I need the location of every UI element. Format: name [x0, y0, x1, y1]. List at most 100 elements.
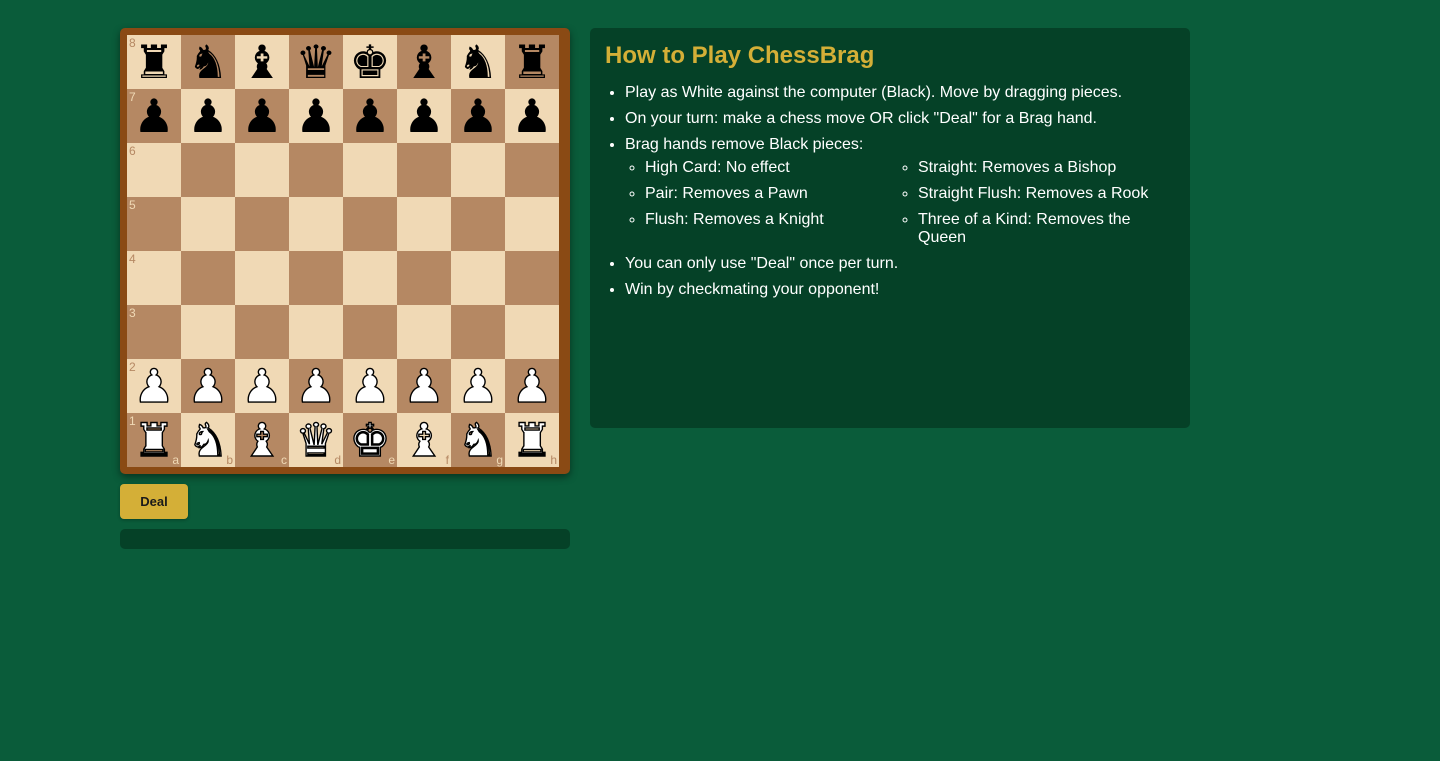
white-pawn-icon[interactable]: ♟ — [403, 358, 446, 413]
white-rook-icon[interactable]: ♜ — [511, 412, 554, 467]
square-c1[interactable]: c ♝ — [235, 412, 289, 468]
white-pawn-icon[interactable]: ♟ — [241, 358, 284, 413]
square-a5[interactable]: 5 — [127, 197, 181, 251]
rule-item: Win by checkmating your opponent! — [625, 281, 1175, 299]
square-g7[interactable]: ♟ — [451, 89, 505, 143]
square-h8[interactable]: ♜ — [505, 35, 559, 89]
square-a4[interactable]: 4 — [127, 251, 181, 305]
white-rook-icon[interactable]: ♜ — [133, 412, 176, 467]
white-pawn-icon[interactable]: ♟ — [349, 358, 392, 413]
square-a6[interactable]: 6 — [127, 143, 181, 197]
square-b3[interactable] — [181, 305, 235, 359]
square-g8[interactable]: ♞ — [451, 35, 505, 89]
brag-hand-item: Three of a Kind: Removes the Queen — [918, 211, 1171, 247]
square-h3[interactable] — [505, 305, 559, 359]
square-g1[interactable]: g ♞ — [451, 412, 505, 468]
white-pawn-icon[interactable]: ♟ — [457, 358, 500, 413]
square-d1[interactable]: d ♛ — [289, 412, 343, 468]
square-b7[interactable]: ♟ — [181, 89, 235, 143]
square-d5[interactable] — [289, 197, 343, 251]
black-pawn-icon: ♟ — [187, 89, 229, 143]
white-pawn-icon[interactable]: ♟ — [511, 358, 554, 413]
square-c4[interactable] — [235, 251, 289, 305]
square-g5[interactable] — [451, 197, 505, 251]
black-king-icon: ♚ — [349, 35, 391, 89]
black-rook-icon: ♜ — [511, 35, 553, 89]
white-queen-icon[interactable]: ♛ — [295, 412, 338, 467]
square-f5[interactable] — [397, 197, 451, 251]
white-knight-icon[interactable]: ♞ — [457, 412, 500, 467]
square-f7[interactable]: ♟ — [397, 89, 451, 143]
square-c6[interactable] — [235, 143, 289, 197]
square-a8[interactable]: 8 ♜ — [127, 35, 181, 89]
white-pawn-icon[interactable]: ♟ — [187, 358, 230, 413]
square-h4[interactable] — [505, 251, 559, 305]
black-knight-icon: ♞ — [457, 35, 499, 89]
square-e7[interactable]: ♟ — [343, 89, 397, 143]
white-pawn-icon[interactable]: ♟ — [295, 358, 338, 413]
white-bishop-icon[interactable]: ♝ — [241, 412, 284, 467]
white-pawn-icon[interactable]: ♟ — [133, 358, 176, 413]
square-d8[interactable]: ♛ — [289, 35, 343, 89]
square-c5[interactable] — [235, 197, 289, 251]
white-bishop-icon[interactable]: ♝ — [403, 412, 446, 467]
square-h6[interactable] — [505, 143, 559, 197]
square-h5[interactable] — [505, 197, 559, 251]
black-pawn-icon: ♟ — [403, 89, 445, 143]
black-bishop-icon: ♝ — [403, 35, 445, 89]
black-pawn-icon: ♟ — [349, 89, 391, 143]
square-c8[interactable]: ♝ — [235, 35, 289, 89]
square-d6[interactable] — [289, 143, 343, 197]
square-b2[interactable]: ♟ — [181, 358, 235, 414]
square-c7[interactable]: ♟ — [235, 89, 289, 143]
square-g4[interactable] — [451, 251, 505, 305]
square-e6[interactable] — [343, 143, 397, 197]
rank-label: 2 — [129, 360, 136, 374]
square-b6[interactable] — [181, 143, 235, 197]
square-c2[interactable]: ♟ — [235, 358, 289, 414]
square-f2[interactable]: ♟ — [397, 358, 451, 414]
square-b4[interactable] — [181, 251, 235, 305]
file-label: h — [550, 453, 557, 467]
square-e2[interactable]: ♟ — [343, 358, 397, 414]
square-d7[interactable]: ♟ — [289, 89, 343, 143]
square-b8[interactable]: ♞ — [181, 35, 235, 89]
square-d2[interactable]: ♟ — [289, 358, 343, 414]
square-e3[interactable] — [343, 305, 397, 359]
square-f4[interactable] — [397, 251, 451, 305]
square-c3[interactable] — [235, 305, 289, 359]
square-h1[interactable]: h ♜ — [505, 412, 559, 468]
square-h2[interactable]: ♟ — [505, 358, 559, 414]
square-b5[interactable] — [181, 197, 235, 251]
rank-label: 8 — [129, 36, 136, 50]
white-king-icon[interactable]: ♚ — [349, 412, 392, 467]
rules-title: How to Play ChessBrag — [605, 42, 875, 69]
black-pawn-icon: ♟ — [295, 89, 337, 143]
square-e5[interactable] — [343, 197, 397, 251]
square-f1[interactable]: f ♝ — [397, 412, 451, 468]
square-a7[interactable]: 7 ♟ — [127, 89, 181, 143]
square-f3[interactable] — [397, 305, 451, 359]
white-knight-icon[interactable]: ♞ — [187, 412, 230, 467]
square-g6[interactable] — [451, 143, 505, 197]
brag-hand-item: Straight Flush: Removes a Rook — [918, 185, 1171, 203]
square-d4[interactable] — [289, 251, 343, 305]
black-rook-icon: ♜ — [133, 35, 175, 89]
square-e8[interactable]: ♚ — [343, 35, 397, 89]
square-e4[interactable] — [343, 251, 397, 305]
square-f8[interactable]: ♝ — [397, 35, 451, 89]
rank-label: 7 — [129, 90, 136, 104]
square-a2[interactable]: 2 ♟ — [127, 358, 181, 414]
deal-button[interactable]: Deal — [120, 484, 188, 519]
square-f6[interactable] — [397, 143, 451, 197]
square-a3[interactable]: 3 — [127, 305, 181, 359]
square-d3[interactable] — [289, 305, 343, 359]
square-h7[interactable]: ♟ — [505, 89, 559, 143]
square-g2[interactable]: ♟ — [451, 358, 505, 414]
square-g3[interactable] — [451, 305, 505, 359]
chessboard[interactable]: 8 ♜ ♞ ♝ ♛ ♚ ♝ ♞ ♜ 7 ♟ ♟ ♟ ♟ ♟ ♟ ♟ ♟ 6 5 4 3 2 ♟ ♟ ♟ ♟ ♟ ♟ ♟ ♟ 1 a ♜ b ♞ c ♝ d ♛… — [127, 35, 559, 468]
square-b1[interactable]: b ♞ — [181, 412, 235, 468]
square-e1[interactable]: e ♚ — [343, 412, 397, 468]
square-a1[interactable]: 1 a ♜ — [127, 412, 181, 468]
brag-hand-item: Pair: Removes a Pawn — [645, 185, 898, 203]
